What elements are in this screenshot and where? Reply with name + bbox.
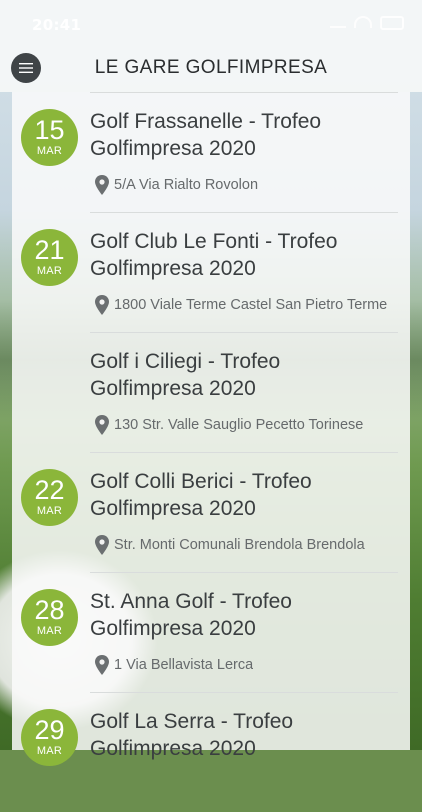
location-pin-icon [95, 175, 109, 195]
event-item[interactable]: 22 MAR Golf Colli Berici - Trofeo Golfim… [12, 452, 410, 572]
location-pin-icon [95, 655, 109, 675]
event-title: Golf Colli Berici - Trofeo Golfimpresa 2… [90, 470, 312, 520]
date-month: MAR [36, 145, 63, 157]
battery-icon [380, 16, 404, 30]
date-day: 15 [34, 115, 65, 145]
date-badge: 15 MAR [21, 109, 78, 166]
wifi-icon [354, 16, 372, 28]
event-title: Golf i Ciliegi - Trofeo Golfimpresa 2020 [90, 350, 281, 400]
divider [90, 332, 398, 333]
address-text: 130 Str. Valle Sauglio Pecetto Torinese [114, 417, 364, 433]
address-text: 1800 Viale Terme Castel San Pietro Terme [114, 297, 388, 313]
divider [90, 452, 398, 453]
date-day: 28 [34, 595, 65, 625]
date-month: MAR [36, 745, 63, 757]
address-text: 1 Via Bellavista Lerca [114, 657, 254, 673]
date-badge: 28 MAR [21, 589, 78, 646]
event-item[interactable]: 15 MAR Golf Frassanelle - Trofeo Golfimp… [12, 92, 410, 212]
divider [90, 212, 398, 213]
date-day: 29 [34, 715, 65, 745]
date-month: MAR [36, 505, 63, 517]
date-badge: 21 MAR [21, 229, 78, 286]
events-list: 15 MAR Golf Frassanelle - Trofeo Golfimp… [12, 92, 410, 766]
date-month: MAR [36, 625, 63, 637]
event-address: 5/A Via Rialto Rovolon [94, 175, 394, 195]
divider [90, 92, 398, 93]
event-item[interactable]: 21 MAR Golf Club Le Fonti - Trofeo Golfi… [12, 212, 410, 332]
event-address: 1800 Viale Terme Castel San Pietro Terme [94, 295, 394, 315]
event-title: Golf Club Le Fonti - Trofeo Golfimpresa … [90, 230, 338, 280]
event-title: Golf La Serra - Trofeo Golfimpresa 2020 [90, 710, 294, 760]
event-address: 130 Str. Valle Sauglio Pecetto Torinese [94, 415, 394, 435]
event-item[interactable]: 28 MAR St. Anna Golf - Trofeo Golfimpres… [12, 572, 410, 692]
status-bar: 20:41 [0, 0, 422, 50]
event-title: Golf Frassanelle - Trofeo Golfimpresa 20… [90, 110, 322, 160]
event-address: Str. Monti Comunali Brendola Brendola [94, 535, 394, 555]
status-time: 20:41 [32, 16, 82, 34]
event-title: St. Anna Golf - Trofeo Golfimpresa 2020 [90, 590, 292, 640]
date-badge: 22 MAR [21, 469, 78, 526]
divider [90, 692, 398, 693]
address-text: Str. Monti Comunali Brendola Brendola [114, 537, 365, 553]
divider [90, 572, 398, 573]
event-item[interactable]: Golf i Ciliegi - Trofeo Golfimpresa 2020… [12, 332, 410, 452]
date-day: 22 [34, 475, 65, 505]
signal-icon [330, 16, 346, 28]
location-pin-icon [95, 535, 109, 555]
status-icons [330, 16, 404, 30]
date-day: 21 [34, 235, 65, 265]
address-text: 5/A Via Rialto Rovolon [114, 177, 259, 193]
event-address: 1 Via Bellavista Lerca [94, 655, 394, 675]
location-pin-icon [95, 295, 109, 315]
date-month: MAR [36, 265, 63, 277]
page-title: LE GARE GOLFIMPRESA [94, 57, 328, 78]
date-badge: 29 MAR [21, 709, 78, 766]
location-pin-icon [95, 415, 109, 435]
event-item[interactable]: 29 MAR Golf La Serra - Trofeo Golfimpres… [12, 692, 410, 812]
